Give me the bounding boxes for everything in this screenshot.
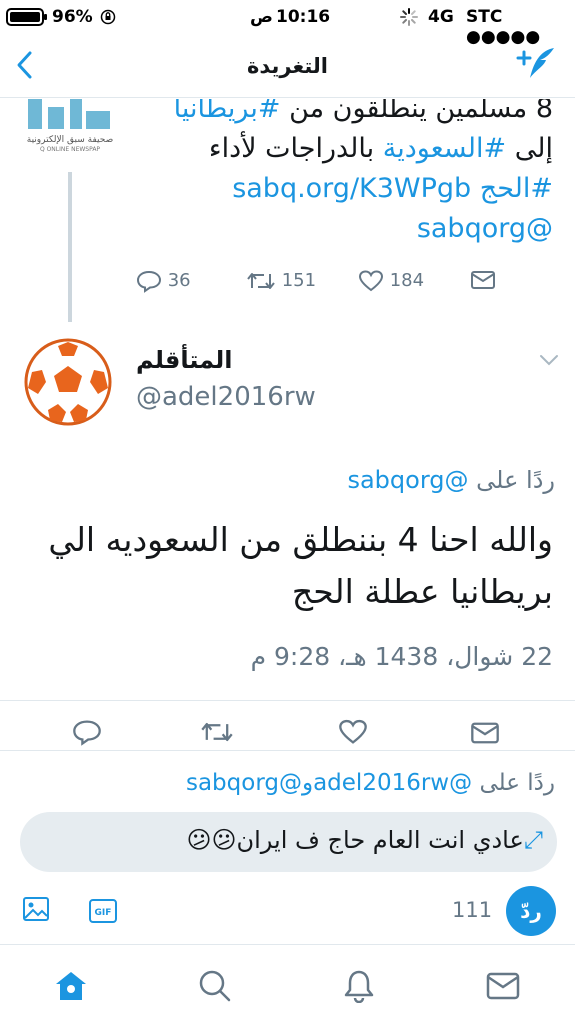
tweet-text-line: والله احنا 4 بننطلق من السعوديه الي bbox=[48, 520, 553, 559]
heart-icon bbox=[339, 719, 367, 744]
retweet-count: 151 bbox=[281, 270, 317, 291]
url-link[interactable]: sabq.org/K3WPgb bbox=[232, 173, 471, 204]
retweet-icon bbox=[247, 273, 275, 289]
heart-icon bbox=[358, 270, 384, 292]
expand-icon[interactable]: ⤢ bbox=[524, 826, 543, 854]
reply-text-field[interactable]: ⤢عادي انت العام حاج ف ايران😕😕 bbox=[20, 812, 557, 872]
battery-icon bbox=[6, 8, 48, 31]
like-action[interactable]: 184 bbox=[358, 269, 424, 293]
tab-notifications[interactable] bbox=[342, 969, 376, 1007]
parent-tweet[interactable]: صحيفة سبق الإلكترونية Q ONLINE NEWSPAP 8… bbox=[0, 99, 575, 329]
sabq-logo: صحيفة سبق الإلكترونية Q ONLINE NEWSPAP bbox=[22, 99, 118, 155]
bell-icon bbox=[344, 970, 374, 1004]
reply-icon bbox=[73, 720, 101, 746]
battery-percent: 96% bbox=[52, 7, 93, 27]
reply-to-label: ردًا على bbox=[479, 770, 555, 796]
ampm-label: ص bbox=[250, 7, 273, 27]
like-action[interactable] bbox=[338, 718, 368, 750]
logo-subcaption: Q ONLINE NEWSPAP bbox=[39, 146, 101, 153]
mention-link[interactable]: @adel2016rw bbox=[313, 770, 472, 796]
mail-icon bbox=[486, 972, 520, 1000]
reply-draft: ⤢عادي انت العام حاج ف ايران😕😕 bbox=[186, 826, 543, 854]
add-gif-button[interactable]: GIF bbox=[88, 898, 118, 928]
dm-action[interactable] bbox=[470, 269, 496, 291]
parent-tweet-text: 8 مسلمين ينطلقون من #بريطانيا إلى #السعو… bbox=[123, 99, 553, 249]
network-type: 4G bbox=[428, 7, 454, 27]
image-icon bbox=[23, 897, 49, 921]
tab-home[interactable] bbox=[54, 969, 88, 1007]
hashtag-link[interactable]: #بريطانيا bbox=[174, 99, 281, 124]
dm-action[interactable] bbox=[470, 720, 500, 750]
reply-to-line: ردًا على @adel2016rwو@sabqorg bbox=[186, 770, 555, 796]
compose-button[interactable] bbox=[516, 46, 556, 86]
mail-icon bbox=[471, 722, 499, 744]
avatar[interactable] bbox=[22, 336, 114, 428]
sabq-logo-mark bbox=[28, 99, 110, 129]
mention-link[interactable]: @sabqorg bbox=[347, 466, 468, 494]
orientation-lock-icon bbox=[100, 9, 116, 30]
emoji: 😕😕 bbox=[186, 826, 237, 854]
retweet-action[interactable] bbox=[200, 718, 234, 750]
compose-feather-icon bbox=[516, 48, 554, 78]
parent-text-plain: إلى bbox=[506, 133, 553, 164]
tweet-menu-button[interactable] bbox=[538, 352, 560, 371]
parent-text-plain: بالدراجات لأداء bbox=[208, 133, 383, 164]
reply-action[interactable]: 36 bbox=[136, 269, 191, 293]
search-icon bbox=[199, 970, 231, 1002]
tab-search[interactable] bbox=[198, 969, 232, 1007]
replying-label: ردًا على bbox=[476, 466, 555, 494]
logo-caption: صحيفة سبق الإلكترونية bbox=[26, 135, 114, 145]
conjunction: و bbox=[301, 770, 314, 796]
thread-connector bbox=[68, 172, 72, 322]
display-name[interactable]: المتأقلم bbox=[136, 346, 232, 374]
chevron-down-icon bbox=[540, 355, 558, 366]
main-tweet-text: والله احنا 4 بننطلق من السعوديه الي بريط… bbox=[13, 514, 553, 618]
hashtag-link[interactable]: #السعودية bbox=[383, 133, 506, 164]
activity-spinner-icon bbox=[400, 8, 418, 31]
svg-text:GIF: GIF bbox=[95, 908, 112, 918]
replying-to-line: ردًا على @sabqorg bbox=[347, 466, 555, 494]
parent-text-plain: 8 مسلمين ينطلقون من bbox=[280, 99, 553, 124]
clock-time: 10:16 bbox=[276, 7, 331, 27]
character-count: 111 bbox=[452, 898, 493, 922]
retweet-icon bbox=[201, 722, 233, 742]
hashtag-link[interactable]: #الحج bbox=[480, 173, 553, 204]
reply-icon bbox=[136, 270, 162, 293]
home-icon bbox=[56, 972, 86, 1000]
tweet-text-line: بريطانيا عطلة الحج bbox=[291, 572, 553, 611]
user-handle[interactable]: @adel2016rw bbox=[136, 382, 316, 412]
page-title: التغريدة bbox=[247, 54, 328, 78]
add-photo-button[interactable] bbox=[22, 896, 50, 926]
retweet-action[interactable]: 151 bbox=[246, 269, 316, 293]
tweet-timestamp: 22 شوال، 1438 هـ، 9:28 م bbox=[250, 642, 553, 671]
navigation-bar: التغريدة bbox=[0, 34, 575, 98]
divider bbox=[0, 750, 575, 751]
mail-icon bbox=[471, 271, 495, 289]
reply-draft-text: عادي انت العام حاج ف ايران bbox=[236, 826, 524, 854]
like-count: 184 bbox=[389, 270, 425, 291]
tab-messages[interactable] bbox=[486, 971, 520, 1005]
gif-icon: GIF bbox=[89, 899, 117, 923]
reply-count: 36 bbox=[167, 270, 191, 291]
status-bar: 96% ص 10:16 4G STC ●●●●● bbox=[0, 0, 575, 47]
divider bbox=[0, 700, 575, 701]
mention-link[interactable]: @sabqorg bbox=[417, 213, 553, 244]
tab-bar bbox=[0, 944, 575, 1024]
mention-link[interactable]: @sabqorg bbox=[186, 770, 302, 796]
soccer-ball-icon bbox=[24, 338, 112, 426]
reply-submit-button[interactable]: ردّ bbox=[506, 886, 556, 936]
reply-action[interactable] bbox=[72, 718, 102, 750]
